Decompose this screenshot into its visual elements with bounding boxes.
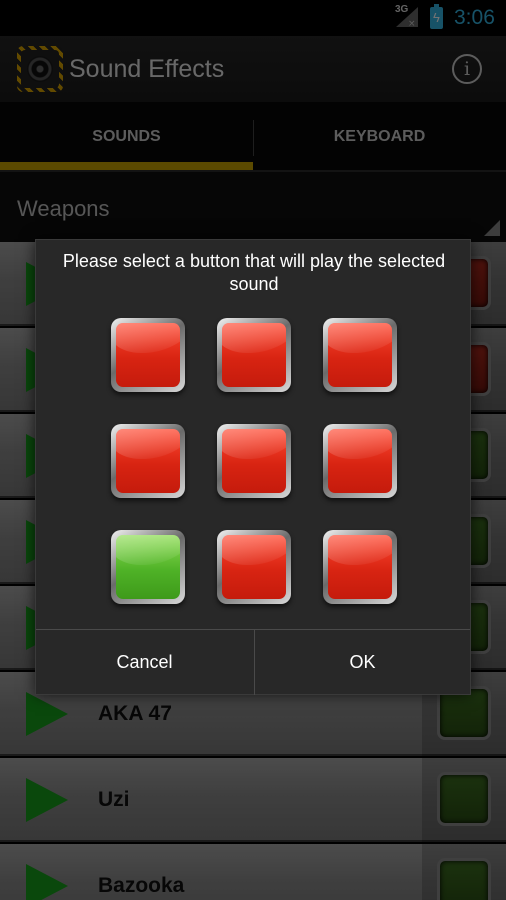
- list-item[interactable]: Uzi: [0, 758, 506, 842]
- cancel-button[interactable]: Cancel: [36, 630, 253, 695]
- list-item[interactable]: Bazooka: [0, 844, 506, 900]
- grid-button-8[interactable]: [217, 530, 291, 604]
- play-icon[interactable]: [26, 778, 68, 822]
- grid-button-4[interactable]: [111, 424, 185, 498]
- grid-button-2[interactable]: [217, 318, 291, 392]
- play-icon[interactable]: [26, 692, 68, 736]
- svg-text:×: ×: [408, 19, 416, 29]
- action-bar: Sound Effects i: [0, 36, 506, 102]
- grid-button-5[interactable]: [217, 424, 291, 498]
- grid-button-3[interactable]: [323, 318, 397, 392]
- assigned-key-button[interactable]: [437, 772, 491, 826]
- grid-button-1[interactable]: [111, 318, 185, 392]
- button-grid: [111, 318, 397, 606]
- info-icon[interactable]: i: [452, 54, 482, 84]
- speaker-app-icon: [17, 46, 63, 92]
- sound-label: Uzi: [98, 788, 130, 811]
- battery-charging-icon: ϟ: [430, 4, 443, 29]
- category-label: Weapons: [17, 196, 110, 221]
- signal-icon: ×: [396, 7, 418, 29]
- dialog-message: Please select a button that will play th…: [62, 251, 446, 294]
- tab-keyboard[interactable]: KEYBOARD: [253, 102, 506, 172]
- play-icon[interactable]: [26, 864, 68, 900]
- select-button-dialog: Please select a button that will play th…: [35, 239, 471, 695]
- sound-label: Bazooka: [98, 874, 185, 897]
- tab-selected-indicator: [0, 162, 253, 170]
- grid-button-7[interactable]: [111, 530, 185, 604]
- assigned-key-slot[interactable]: [422, 758, 506, 842]
- sound-label: AKA 47: [98, 702, 172, 725]
- grid-button-6[interactable]: [323, 424, 397, 498]
- app-title: Sound Effects: [69, 55, 225, 83]
- status-bar: 3G × ϟ 3:06: [0, 0, 506, 36]
- assigned-key-button[interactable]: [437, 858, 491, 900]
- grid-button-9[interactable]: [323, 530, 397, 604]
- tab-bar: SOUNDS KEYBOARD: [0, 102, 506, 172]
- spinner-arrow-icon: [484, 220, 500, 236]
- assigned-key-slot[interactable]: [422, 844, 506, 900]
- ok-button[interactable]: OK: [254, 630, 471, 695]
- status-clock: 3:06: [454, 6, 495, 29]
- category-spinner[interactable]: Weapons: [0, 172, 506, 242]
